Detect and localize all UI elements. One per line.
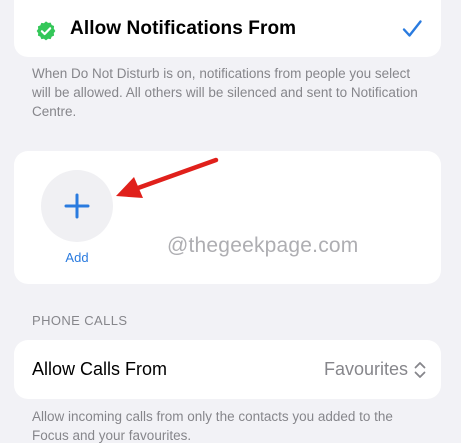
annotation-arrow-icon	[116, 157, 219, 198]
allow-calls-value[interactable]: Favourites	[324, 359, 408, 380]
checkmark-icon	[402, 20, 422, 37]
phone-calls-header: PHONE CALLS	[32, 313, 128, 328]
plus-icon	[64, 193, 90, 219]
chevron-up-down-icon	[414, 362, 426, 378]
allow-calls-card[interactable]: Allow Calls From Favourites	[14, 340, 441, 399]
add-person-button[interactable]	[41, 170, 113, 242]
notifications-description: When Do Not Disturb is on, notifications…	[32, 66, 418, 119]
calls-description: Allow incoming calls from only the conta…	[32, 409, 393, 443]
watermark: @thegeekpage.com	[167, 234, 359, 257]
focus-settings-screen: Allow Notifications From When Do Not Dis…	[0, 0, 461, 443]
allow-notifications-label: Allow Notifications From	[70, 18, 297, 39]
allow-notifications-row[interactable]: Allow Notifications From	[14, 4, 441, 56]
verified-badge-icon	[36, 21, 56, 41]
add-label[interactable]: Add	[41, 250, 113, 265]
add-people-card: Add	[14, 151, 441, 284]
allow-notifications-card: Allow Notifications From	[14, 0, 441, 57]
allow-calls-label: Allow Calls From	[32, 359, 168, 379]
